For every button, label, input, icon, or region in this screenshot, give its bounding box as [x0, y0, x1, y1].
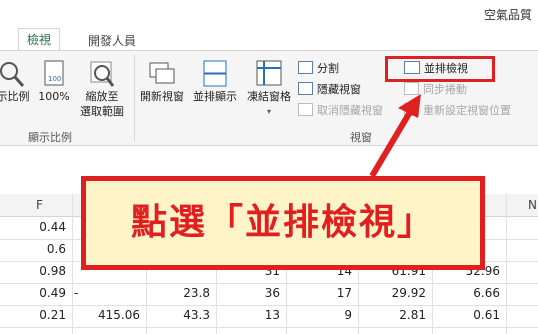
- instruction-callout: 點選「並排檢視」: [81, 176, 485, 270]
- annotation-arrow: [369, 94, 421, 178]
- callout-text: 點選「並排檢視」: [130, 202, 435, 243]
